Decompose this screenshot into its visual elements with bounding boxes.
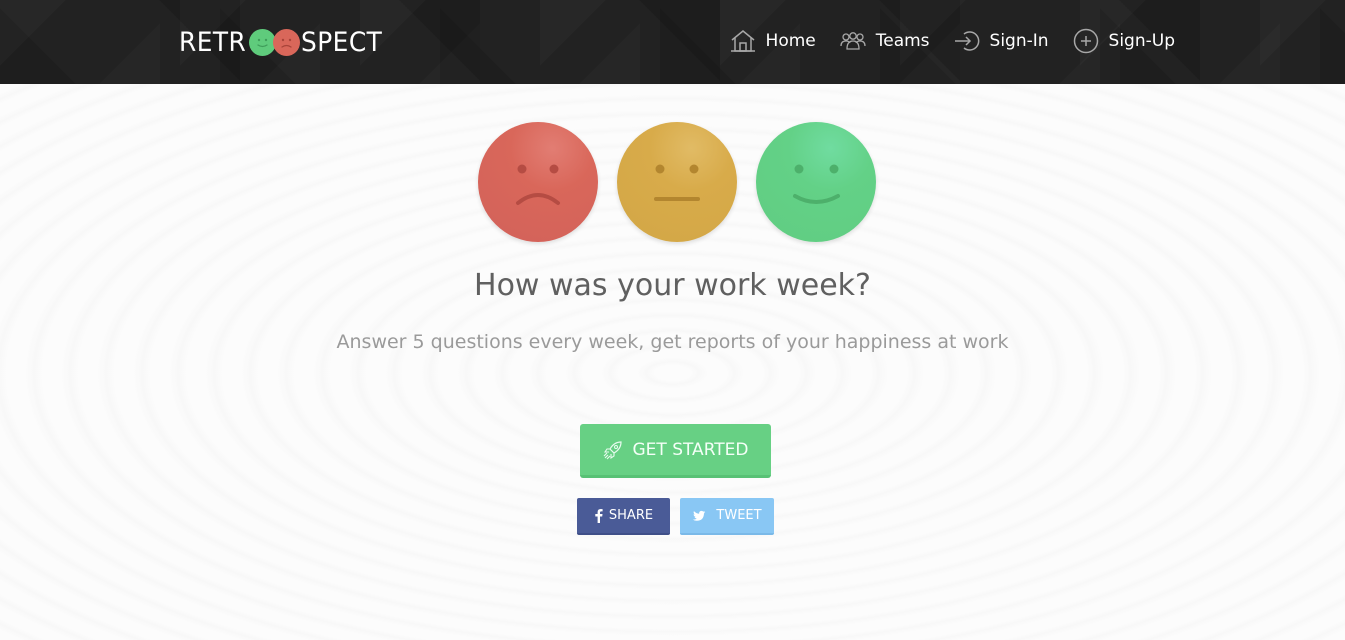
headline: How was your work week? [474,268,871,303]
sign-in-icon [954,31,979,51]
nav-item-sign-in[interactable]: Sign-In [954,29,1049,53]
sad-face-icon [478,122,598,242]
home-icon [730,30,755,52]
nav-item-home[interactable]: Home [730,29,816,53]
sad-face-icon [273,28,301,56]
subheadline: Answer 5 questions every week, get repor… [336,331,1009,353]
nav-label-teams: Teams [875,31,930,51]
happy-face-icon [756,122,876,242]
nav-label-sign-in: Sign-In [989,31,1049,51]
facebook-icon [595,509,603,523]
nav-item-teams[interactable]: Teams [840,31,930,51]
plus-circle-icon [1073,28,1098,54]
brand-faces [249,28,301,56]
neutral-face-icon [617,122,737,242]
nav-label-sign-up: Sign-Up [1108,31,1175,51]
facebook-share-button[interactable]: SHARE [577,498,670,535]
nav-item-sign-up[interactable]: Sign-Up [1073,28,1175,54]
happy-face-icon [249,28,277,56]
navbar: RETR SPECT Home Teams Sign-In Sign-Up [0,0,1345,84]
twitter-icon [693,510,706,521]
twitter-tweet-button[interactable]: TWEET [680,498,774,535]
users-icon [840,32,866,50]
get-started-button[interactable]: GET STARTED [580,424,771,478]
share-label: SHARE [608,508,654,523]
get-started-label: GET STARTED [632,439,749,460]
brand-suffix: SPECT [301,26,383,58]
mood-faces [478,122,876,242]
share-buttons: SHARE TWEET [577,498,774,535]
rocket-icon [603,440,622,459]
brand-prefix: RETR [179,26,247,58]
main-nav: Home Teams Sign-In Sign-Up [730,27,1175,55]
nav-label-home: Home [765,31,816,51]
tweet-label: TWEET [716,508,762,523]
brand-logo[interactable]: RETR SPECT [179,26,389,58]
